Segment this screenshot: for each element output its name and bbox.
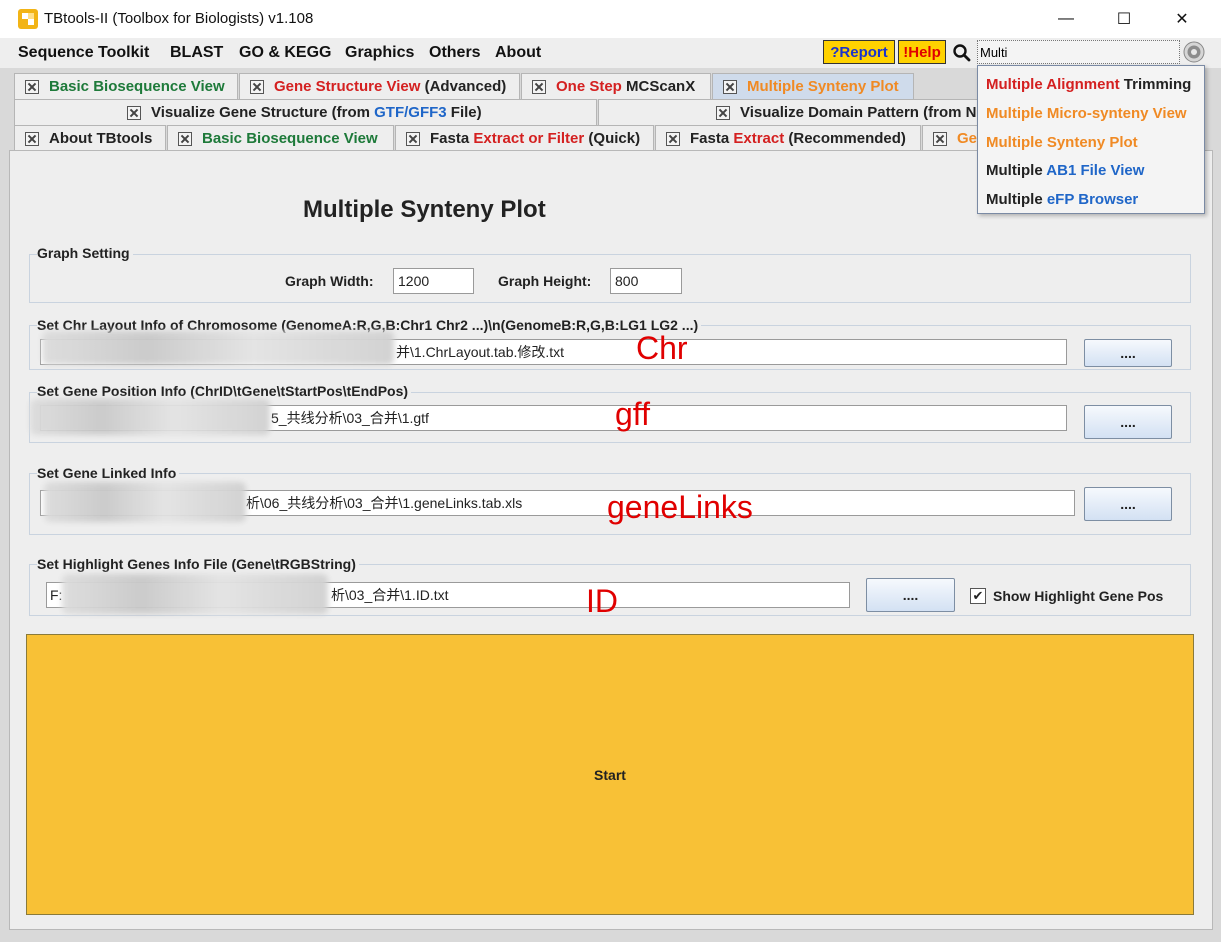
gene-position-browse-button[interactable]: .... [1084,405,1172,439]
dropdown-item-efp-browser[interactable]: Multiple eFP Browser [986,191,1138,208]
tab-basic-biosequence-view[interactable]: Basic Biosequence View [14,73,238,99]
tab-close-icon[interactable] [716,105,730,120]
label-segment: About TBtools [49,130,153,147]
tab-one-step-mcscanx[interactable]: One Step MCScanX [521,73,711,99]
menu-sequence-toolkit[interactable]: Sequence Toolkit [18,44,149,62]
tab-visualize-gene-structure[interactable]: Visualize Gene Structure (from GTF/GFF3 … [14,99,597,125]
tab-close-icon[interactable] [25,79,39,94]
label-segment: Multiple [986,76,1047,93]
label-segment: Extract or Filter [473,130,585,147]
dropdown-item-micro-synteny[interactable]: Multiple Micro-synteny View [986,105,1187,122]
label-segment: Multiple Synteny Plot [986,134,1138,151]
tab-close-icon[interactable] [532,79,546,94]
tab-close-icon[interactable] [178,131,192,146]
label-segment: Gene Structure View [274,78,425,95]
show-highlight-label[interactable]: Show Highlight Gene Pos [993,588,1163,604]
id-annotation: ID [586,583,618,619]
tab-visualize-domain-pattern[interactable]: Visualize Domain Pattern (from NC [598,99,978,125]
dropdown-item-synteny-plot[interactable]: Multiple Synteny Plot [986,134,1138,151]
label-segment: (Recommended) [784,130,906,147]
report-button[interactable]: ?Report [823,40,895,64]
tab-basic-biosequence-view-2[interactable]: Basic Biosequence View [167,125,394,151]
settings-icon[interactable] [1183,41,1205,63]
tab-about-tbtools[interactable]: About TBtools [14,125,166,151]
redacted-path-blur [62,574,328,614]
tab-close-icon[interactable] [723,79,737,94]
page-title: Multiple Synteny Plot [303,196,546,223]
label-segment: AB1 File View [1046,162,1145,179]
label-segment: One Step [556,78,627,95]
help-button[interactable]: !Help [898,40,946,64]
label-segment: Fasta [430,130,474,147]
gene-linked-browse-button[interactable]: .... [1084,487,1172,521]
label-segment: Basic Biosequence View [202,130,378,147]
tab-close-icon[interactable] [127,105,141,120]
label-segment: GTF/GFF3 [374,104,447,121]
label-segment: (Advanced) [424,78,507,95]
graph-width-input[interactable] [393,268,474,294]
label-segment: Extract [733,130,785,147]
label-segment: Visualize Domain Pattern (from NC [740,104,978,121]
tab-close-icon[interactable] [406,131,420,146]
search-input[interactable] [977,40,1180,64]
window-title: TBtools-II (Toolbox for Biologists) v1.1… [44,10,314,27]
label-segment: Trimming [1123,76,1192,93]
close-window-button[interactable]: ✕ [1153,0,1211,38]
tab-close-icon[interactable] [933,131,947,146]
label-segment: Basic Biosequence View [49,78,225,95]
graph-setting-label: Graph Setting [37,245,133,261]
tab-close-icon[interactable] [666,131,680,146]
menu-about[interactable]: About [495,44,541,62]
label-segment: Visualize Gene Structure (from [151,104,375,121]
search-icon[interactable] [952,43,972,63]
graph-height-input[interactable] [610,268,682,294]
app-logo-icon [18,9,38,29]
chr-layout-browse-button[interactable]: .... [1084,339,1172,367]
label-segment: eFP Browser [1046,191,1139,208]
gene-linked-label: Set Gene Linked Info [37,465,180,481]
show-highlight-checkbox[interactable]: ✔ [970,588,986,604]
start-button[interactable]: Start [26,634,1194,915]
tab-gene-structure-view[interactable]: Gene Structure View (Advanced) [239,73,520,99]
label-segment: Alignment [1046,76,1124,93]
dropdown-item-ab1-view[interactable]: Multiple AB1 File View [986,162,1144,179]
graph-height-label: Graph Height: [498,273,592,289]
chr-annotation: Chr [636,330,688,366]
label-segment: Fasta [690,130,734,147]
tab-multiple-synteny-plot[interactable]: Multiple Synteny Plot [712,73,914,99]
menu-go-kegg[interactable]: GO & KEGG [239,44,331,62]
minimize-button[interactable]: — [1037,0,1095,38]
tab-fasta-extract-recommended[interactable]: Fasta Extract (Recommended) [655,125,921,151]
maximize-button[interactable]: ☐ [1095,0,1153,38]
menu-blast[interactable]: BLAST [170,44,223,62]
label-segment: Ge [957,130,978,147]
graph-width-label: Graph Width: [285,273,374,289]
redacted-path-blur [30,399,270,435]
tab-fasta-extract-filter[interactable]: Fasta Extract or Filter (Quick) [395,125,654,151]
label-segment: MCScanX [626,78,696,95]
gene-position-label: Set Gene Position Info (ChrID\tGene\tSta… [37,383,412,399]
search-results-dropdown: Multiple Alignment Trimming Multiple Mic… [977,65,1205,214]
genelinks-annotation: geneLinks [607,489,753,525]
highlight-label: Set Highlight Genes Info File (Gene\tRGB… [37,556,359,572]
tab-close-icon[interactable] [25,131,39,146]
highlight-path-prefix: F: [50,587,63,603]
redacted-path-blur [42,331,394,365]
menu-graphics[interactable]: Graphics [345,44,414,62]
tab-close-icon[interactable] [250,79,264,94]
label-segment: File) [446,104,482,121]
label-segment: Multiple [986,191,1047,208]
label-segment: Multiple Micro-synteny View [986,105,1187,122]
tab-truncated[interactable]: Ge [922,125,978,151]
highlight-browse-button[interactable]: .... [866,578,955,612]
dropdown-item-alignment-trimming[interactable]: Multiple Alignment Trimming [986,76,1191,93]
label-segment: Multiple [986,162,1047,179]
redacted-path-blur [44,482,246,522]
label-segment: Multiple Synteny Plot [747,78,899,95]
menu-others[interactable]: Others [429,44,481,62]
label-segment: (Quick) [584,130,641,147]
gff-annotation: gff [615,396,650,432]
